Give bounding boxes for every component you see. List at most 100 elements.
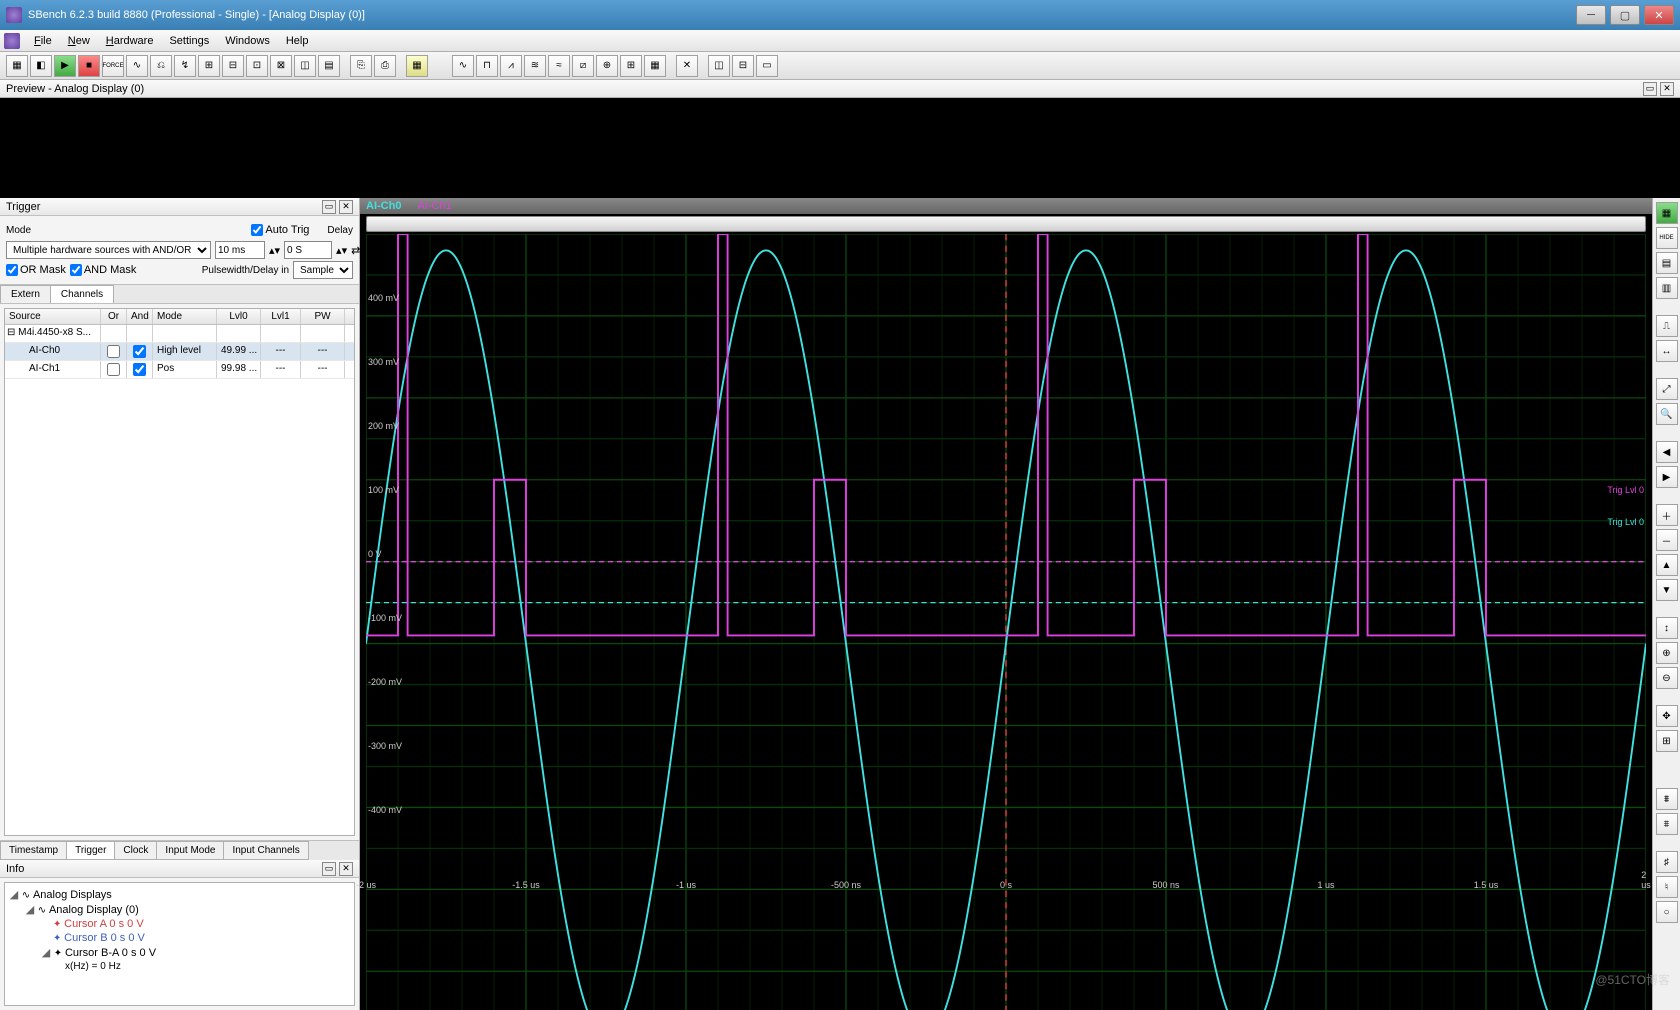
tb-21[interactable]: ≋ (524, 55, 546, 77)
rs-grid-icon[interactable]: ▦ (1656, 202, 1678, 224)
tree-toggle[interactable]: ◢ (25, 903, 35, 916)
tb-23[interactable]: ⧄ (572, 55, 594, 77)
menu-help[interactable]: Help (278, 33, 317, 49)
rs-22[interactable]: ♯ (1656, 851, 1678, 873)
preview-close[interactable]: ✕ (1660, 82, 1674, 96)
info-close[interactable]: ✕ (339, 862, 353, 876)
auto-trig-check[interactable]: Auto Trig (251, 224, 309, 236)
btab-timestamp[interactable]: Timestamp (0, 841, 67, 860)
rs-zoom-in[interactable]: ＋ (1656, 504, 1678, 526)
tb-9[interactable]: ⊞ (198, 55, 220, 77)
btab-clock[interactable]: Clock (114, 841, 157, 860)
tb-19[interactable]: ⊓ (476, 55, 498, 77)
tb-20[interactable]: ⩘ (500, 55, 522, 77)
tb-24[interactable]: ⊕ (596, 55, 618, 77)
cursor-a[interactable]: ✦ Cursor A 0 s 0 V (9, 917, 350, 931)
help-icon[interactable]: ⇄ (351, 244, 360, 257)
rs-17[interactable]: ⊖ (1656, 667, 1678, 689)
col-pw[interactable]: PW (301, 309, 345, 324)
tb-15[interactable]: ⎘ (350, 55, 372, 77)
btab-input-channels[interactable]: Input Channels (223, 841, 308, 860)
tb-16[interactable]: ⎙ (374, 55, 396, 77)
menu-settings[interactable]: Settings (161, 33, 217, 49)
menu-windows[interactable]: Windows (217, 33, 278, 49)
rs-4[interactable]: ▥ (1656, 277, 1678, 299)
menu-new[interactable]: New (60, 33, 98, 49)
info-undock[interactable]: ▭ (322, 862, 336, 876)
col-lvl1[interactable]: Lvl1 (261, 309, 301, 324)
rs-24[interactable]: ○ (1656, 901, 1678, 923)
rs-10[interactable]: ▶ (1656, 466, 1678, 488)
rs-15[interactable]: ↕ (1656, 617, 1678, 639)
tb-run[interactable]: ▶ (54, 55, 76, 77)
rs-9[interactable]: ◀ (1656, 441, 1678, 463)
table-row[interactable]: AI-Ch0High level49.99 ...------ (5, 343, 354, 361)
tb-8[interactable]: ↯ (174, 55, 196, 77)
tb-13[interactable]: ◫ (294, 55, 316, 77)
mode-select[interactable]: Multiple hardware sources with AND/OR (6, 241, 211, 259)
trigger-close[interactable]: ✕ (339, 200, 353, 214)
table-row[interactable]: AI-Ch1Pos99.98 ...------ (5, 361, 354, 379)
tree-toggle[interactable]: ◢ (41, 946, 51, 959)
menu-hardware[interactable]: Hardware (98, 33, 162, 49)
btab-input-mode[interactable]: Input Mode (156, 841, 224, 860)
tb-force[interactable]: FORCE (102, 55, 124, 77)
tb-22[interactable]: ≈ (548, 55, 570, 77)
tb-30[interactable]: ▭ (756, 55, 778, 77)
rs-7[interactable]: ⤢ (1656, 378, 1678, 400)
tb-2[interactable]: ◧ (30, 55, 52, 77)
tree-toggle[interactable]: ◢ (9, 888, 19, 901)
and-mask-check[interactable]: AND Mask (70, 264, 137, 276)
col-and[interactable]: And (127, 309, 153, 324)
rs-14[interactable]: ▼ (1656, 579, 1678, 601)
menu-file[interactable]: File (26, 33, 60, 49)
col-or[interactable]: Or (101, 309, 127, 324)
trigger-undock[interactable]: ▭ (322, 200, 336, 214)
timeout-input[interactable] (215, 241, 265, 259)
or-mask-check[interactable]: OR Mask (6, 264, 66, 276)
rs-20[interactable]: ⩩ (1656, 788, 1678, 810)
tb-18[interactable]: ∿ (452, 55, 474, 77)
btab-trigger[interactable]: Trigger (66, 841, 115, 860)
tb-7[interactable]: ⎌ (150, 55, 172, 77)
scope-scrollbar[interactable] (366, 216, 1646, 232)
tb-26[interactable]: ▦ (644, 55, 666, 77)
table-row[interactable]: ⊟ M4i.4450-x8 S... (5, 325, 354, 343)
rs-19[interactable]: ⊞ (1656, 730, 1678, 752)
tb-17[interactable]: ▦ (406, 55, 428, 77)
tb-10[interactable]: ⊟ (222, 55, 244, 77)
rs-18[interactable]: ✥ (1656, 705, 1678, 727)
col-lvl0[interactable]: Lvl0 (217, 309, 261, 324)
tb-1[interactable]: ▦ (6, 55, 28, 77)
rs-23[interactable]: ♮ (1656, 876, 1678, 898)
rs-8[interactable]: 🔍 (1656, 403, 1678, 425)
maximize-button[interactable]: ▢ (1610, 5, 1640, 25)
tb-14[interactable]: ▤ (318, 55, 340, 77)
tb-11[interactable]: ⊡ (246, 55, 268, 77)
rs-21[interactable]: ⩨ (1656, 813, 1678, 835)
tb-6[interactable]: ∿ (126, 55, 148, 77)
rs-6[interactable]: ↔ (1656, 340, 1678, 362)
tb-28[interactable]: ◫ (708, 55, 730, 77)
preview-undock[interactable]: ▭ (1643, 82, 1657, 96)
tb-27[interactable]: ✕ (676, 55, 698, 77)
tb-29[interactable]: ⊟ (732, 55, 754, 77)
close-button[interactable]: ✕ (1644, 5, 1674, 25)
delay-input[interactable] (284, 241, 332, 259)
rs-16[interactable]: ⊕ (1656, 642, 1678, 664)
cursor-b[interactable]: ✦ Cursor B 0 s 0 V (9, 931, 350, 945)
tab-channels[interactable]: Channels (50, 285, 114, 303)
rs-zoom-out[interactable]: － (1656, 529, 1678, 551)
minimize-button[interactable]: ─ (1576, 5, 1606, 25)
scope-display[interactable]: AI-Ch0 AI-Ch1 400 mV300 mV200 mV100 mV0 … (360, 198, 1652, 1010)
col-source[interactable]: Source (5, 309, 101, 324)
tab-extern[interactable]: Extern (0, 285, 51, 303)
rs-5[interactable]: ⎍ (1656, 315, 1678, 337)
rs-hide-icon[interactable]: HIDE (1656, 227, 1678, 249)
rs-13[interactable]: ▲ (1656, 554, 1678, 576)
ch0-label[interactable]: AI-Ch0 (366, 200, 401, 212)
tb-stop[interactable]: ■ (78, 55, 100, 77)
tb-12[interactable]: ⊠ (270, 55, 292, 77)
pw-unit-select[interactable]: Samples (293, 261, 353, 279)
ch1-label[interactable]: AI-Ch1 (417, 200, 451, 212)
